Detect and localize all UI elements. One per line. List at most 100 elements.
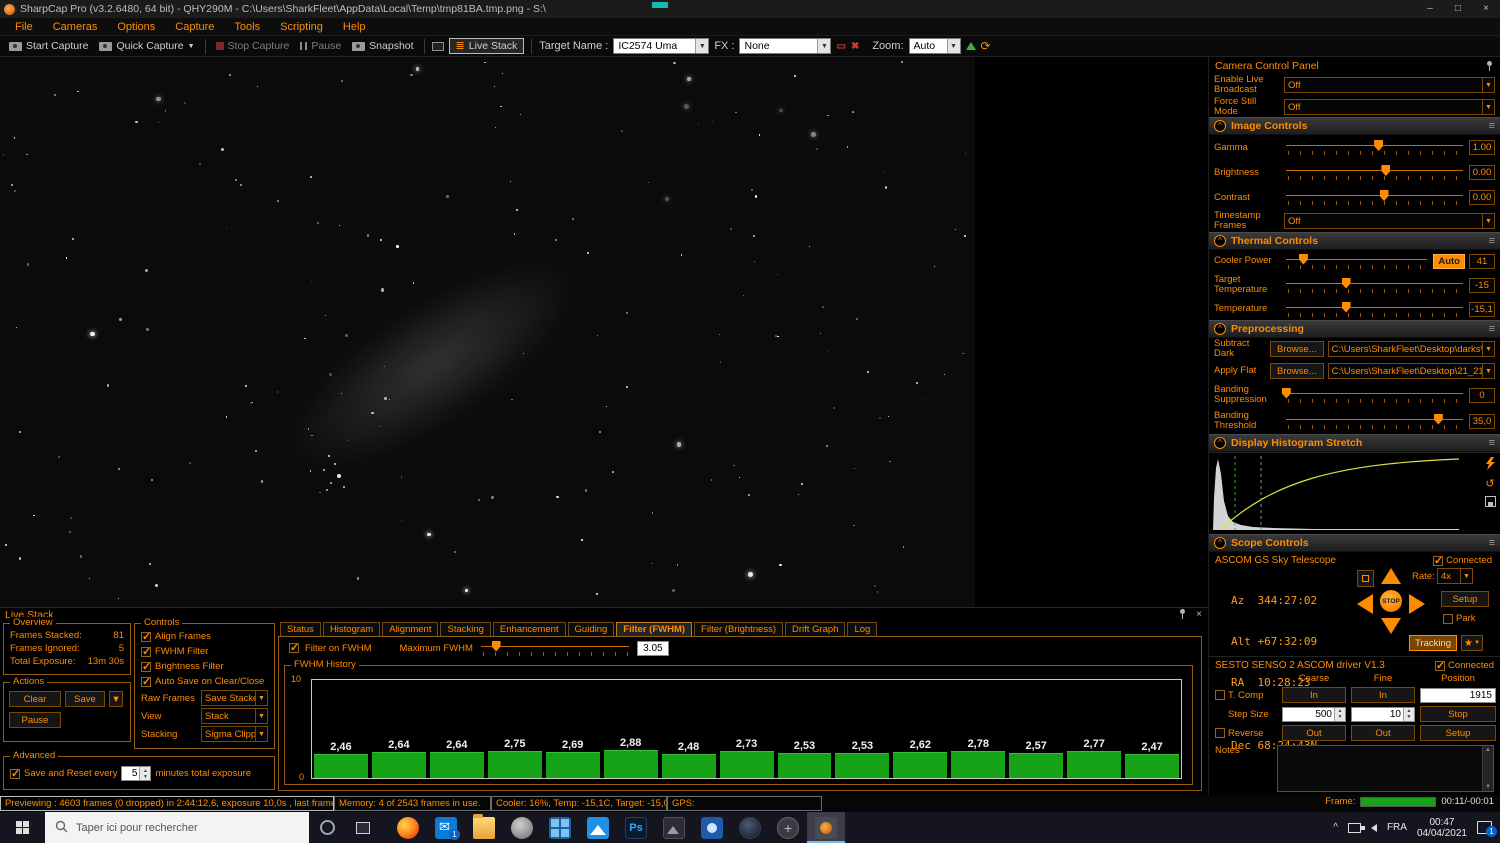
raw-frames-combo[interactable]: Save Stacked▼: [201, 690, 268, 706]
slider-thumb[interactable]: [1342, 278, 1351, 289]
section-scope-controls[interactable]: ^ Scope Controls ≡: [1209, 534, 1500, 552]
section-menu-icon[interactable]: ≡: [1489, 537, 1495, 549]
scrollbar[interactable]: ▲▼: [1482, 746, 1493, 791]
gamma-value[interactable]: 1.00: [1469, 140, 1495, 155]
taskbar-search[interactable]: Taper ici pour rechercher: [45, 812, 309, 843]
menu-help[interactable]: Help: [334, 20, 375, 34]
maximum-fwhm-value[interactable]: 3.05: [637, 641, 669, 656]
brightness-value[interactable]: 0.00: [1469, 165, 1495, 180]
focuser-setup-button[interactable]: Setup: [1420, 725, 1496, 741]
menu-tools[interactable]: Tools: [225, 20, 269, 34]
focuser-position-value[interactable]: 1915: [1420, 688, 1496, 703]
tab-log[interactable]: Log: [847, 622, 877, 636]
taskbar-app-phd2[interactable]: [769, 812, 807, 843]
pause-button[interactable]: Pause: [297, 40, 344, 52]
checkbox-icon[interactable]: [141, 662, 151, 672]
apply-flat-browse-button[interactable]: Browse...: [1270, 363, 1324, 379]
banding-threshold-slider[interactable]: [1284, 414, 1465, 429]
chevron-down-icon[interactable]: ▼: [1482, 214, 1494, 228]
slider-thumb[interactable]: [1380, 190, 1389, 201]
cooler-power-value[interactable]: 41: [1469, 254, 1495, 269]
slew-east-button[interactable]: [1409, 594, 1425, 614]
notification-center-icon[interactable]: 1: [1477, 821, 1492, 834]
tray-language[interactable]: FRA: [1387, 822, 1407, 833]
tcomp-checkbox[interactable]: [1215, 690, 1225, 700]
scope-connected-checkbox[interactable]: Connected: [1433, 555, 1492, 566]
align-frames-checkbox[interactable]: Align Frames: [135, 629, 274, 644]
focuser-stop-button[interactable]: Stop: [1420, 706, 1496, 722]
step-fine-spinner[interactable]: 10▲▼: [1351, 707, 1415, 722]
tray-expand-icon[interactable]: ^: [1333, 822, 1338, 833]
tab-stacking[interactable]: Stacking: [440, 622, 490, 636]
collapse-icon[interactable]: ^: [1214, 323, 1226, 335]
checkbox-icon[interactable]: [141, 632, 151, 642]
taskbar-app-photoshop[interactable]: Ps: [617, 812, 655, 843]
menu-options[interactable]: Options: [108, 20, 164, 34]
taskbar-app-sharpcap[interactable]: [807, 812, 845, 843]
taskbar-app-photos[interactable]: [579, 812, 617, 843]
menu-capture[interactable]: Capture: [166, 20, 223, 34]
scope-setup-button[interactable]: Setup: [1441, 591, 1489, 607]
auto-stretch-icon[interactable]: [1485, 457, 1496, 473]
banding-suppression-slider[interactable]: [1284, 388, 1465, 403]
fwhm-filter-checkbox[interactable]: FWHM Filter: [135, 644, 274, 659]
section-preprocessing[interactable]: ^ Preprocessing ≡: [1209, 320, 1500, 338]
apply-flat-path-combo[interactable]: C:\Users\SharkFleet\Desktop\21_21...▼: [1328, 363, 1495, 379]
taskbar-app-store[interactable]: [541, 812, 579, 843]
capture-image[interactable]: [0, 57, 975, 607]
reticle-icon[interactable]: ⟳: [981, 39, 991, 53]
slider-thumb[interactable]: [1282, 388, 1291, 399]
slew-north-button[interactable]: [1381, 568, 1401, 584]
save-options-dropdown[interactable]: ▼: [109, 691, 123, 707]
slider-thumb[interactable]: [492, 641, 501, 652]
taskbar-app-image-viewer[interactable]: [655, 812, 693, 843]
target-temp-slider[interactable]: [1284, 278, 1465, 293]
fx-combo[interactable]: None ▼: [739, 38, 831, 54]
collapse-icon[interactable]: ^: [1214, 537, 1226, 549]
target-temp-value[interactable]: -15: [1469, 278, 1495, 293]
filter-on-fwhm-checkbox[interactable]: [289, 643, 299, 653]
maximize-button[interactable]: □: [1444, 0, 1472, 18]
tray-volume-icon[interactable]: [1371, 824, 1377, 832]
slider-thumb[interactable]: [1374, 140, 1383, 151]
taskbar-app-file-explorer[interactable]: [465, 812, 503, 843]
save-reset-checkbox[interactable]: [10, 769, 20, 779]
taskbar-app-settings[interactable]: [503, 812, 541, 843]
menu-file[interactable]: File: [6, 20, 42, 34]
chevron-down-icon[interactable]: ▼: [1482, 364, 1494, 378]
red-rect-select-icon[interactable]: ▭: [836, 41, 845, 52]
task-view-button[interactable]: [345, 812, 381, 843]
stop-capture-button[interactable]: Stop Capture: [213, 40, 293, 52]
histogram-quick-icon[interactable]: [966, 42, 976, 50]
chevron-down-icon[interactable]: ▼: [817, 39, 830, 53]
subtract-dark-path-combo[interactable]: C:\Users\SharkFleet\Desktop\darks\...▼: [1328, 341, 1495, 357]
tab-status[interactable]: Status: [280, 622, 321, 636]
tab-guiding[interactable]: Guiding: [568, 622, 615, 636]
slew-south-button[interactable]: [1381, 618, 1401, 634]
clear-button[interactable]: Clear: [9, 691, 61, 707]
taskbar-app-camera[interactable]: [693, 812, 731, 843]
checkbox-icon[interactable]: [1435, 661, 1445, 671]
menu-cameras[interactable]: Cameras: [44, 20, 107, 34]
auto-save-checkbox[interactable]: Auto Save on Clear/Close: [135, 674, 274, 689]
close-icon[interactable]: ×: [1196, 609, 1202, 620]
section-image-controls[interactable]: ^ Image Controls ≡: [1209, 117, 1500, 135]
cortana-button[interactable]: [309, 812, 345, 843]
reset-stretch-icon[interactable]: ↺: [1485, 479, 1494, 490]
live-stack-button[interactable]: ≣ Live Stack: [449, 38, 525, 54]
slider-thumb[interactable]: [1434, 414, 1443, 425]
chevron-down-icon[interactable]: ▼: [1460, 569, 1472, 583]
rate-combo[interactable]: 4x▼: [1437, 568, 1473, 584]
red-clear-selection-icon[interactable]: ✖: [851, 41, 859, 52]
banding-threshold-value[interactable]: 35,0: [1469, 414, 1495, 429]
brightness-slider[interactable]: [1284, 165, 1465, 180]
focus-in-fine-button[interactable]: In: [1351, 687, 1415, 703]
section-menu-icon[interactable]: ≡: [1489, 323, 1495, 335]
section-thermal-controls[interactable]: ^ Thermal Controls ≡: [1209, 232, 1500, 250]
tab-drift-graph[interactable]: Drift Graph: [785, 622, 845, 636]
save-button[interactable]: Save: [65, 691, 105, 707]
save-stretch-icon[interactable]: [1485, 496, 1496, 507]
checkbox-icon[interactable]: [141, 647, 151, 657]
section-menu-icon[interactable]: ≡: [1489, 437, 1495, 449]
contrast-slider[interactable]: [1284, 190, 1465, 205]
